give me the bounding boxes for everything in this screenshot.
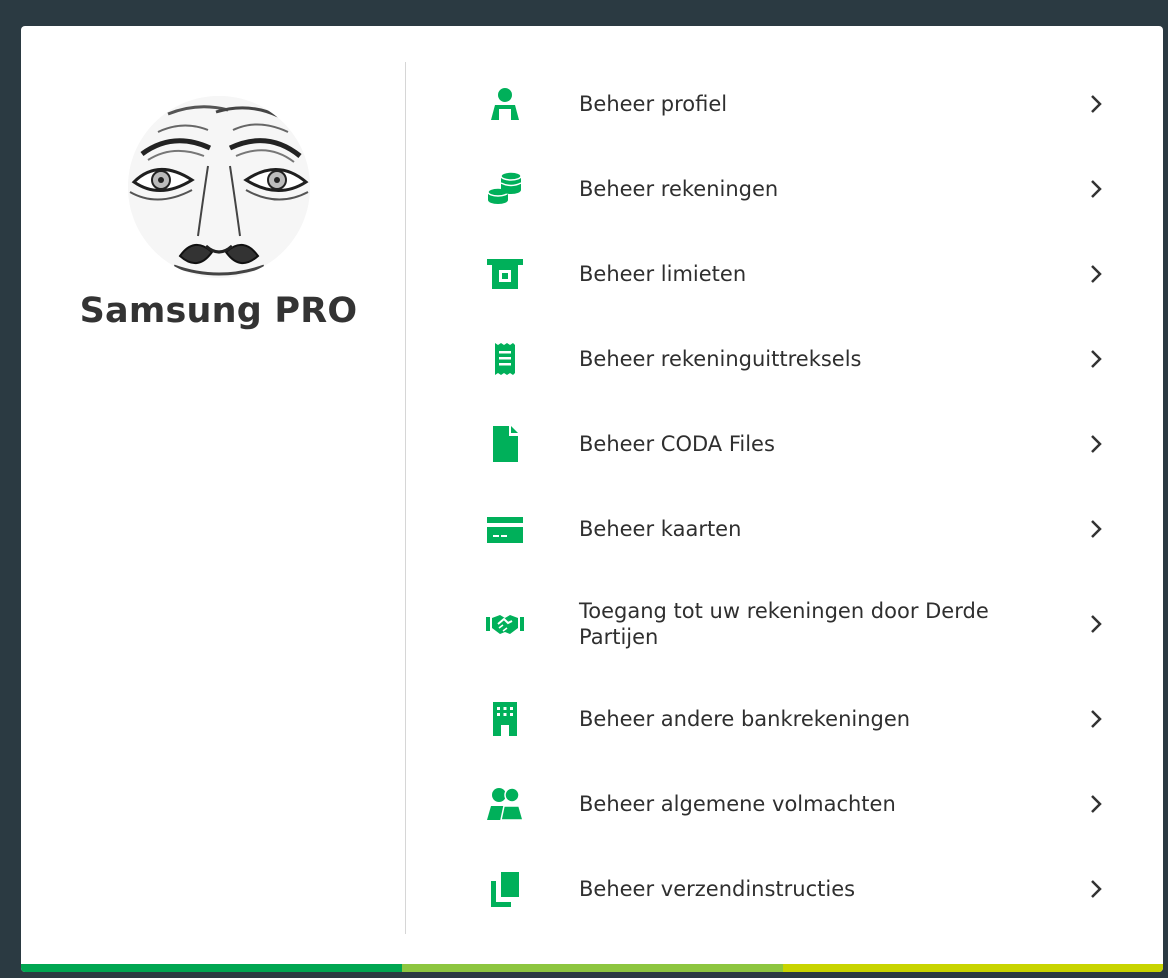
accent-bar-segment: [782, 964, 1163, 972]
receipt-icon: [485, 339, 525, 379]
chevron-right-icon: [1081, 174, 1111, 204]
chevron-right-icon: [1081, 89, 1111, 119]
settings-menu: Beheer profiel Beheer rekeningen Beheer …: [469, 61, 1129, 931]
coins-icon: [485, 169, 525, 209]
menu-item-label: Beheer profiel: [579, 91, 728, 116]
menu-item-manage-accounts[interactable]: Beheer rekeningen: [469, 146, 1129, 231]
menu-item-other-bank-accounts[interactable]: Beheer andere bankrekeningen: [469, 676, 1129, 761]
atm-icon: [485, 254, 525, 294]
copy-icon: [485, 869, 525, 909]
menu-item-label: Beheer limieten: [579, 261, 747, 286]
settings-card: Samsung PRO Beheer profiel Beheer rekeni…: [21, 26, 1163, 972]
menu-item-manage-cards[interactable]: Beheer kaarten: [469, 486, 1129, 571]
profile-name: Samsung PRO: [79, 291, 358, 331]
accent-bar-segment: [402, 964, 783, 972]
avatar: [128, 96, 310, 278]
people-icon: [485, 784, 525, 824]
chevron-right-icon: [1081, 704, 1111, 734]
menu-item-label: Beheer verzendinstructies: [579, 876, 856, 901]
person-icon: [485, 84, 525, 124]
menu-item-shipping-instructions[interactable]: Beheer verzendinstructies: [469, 846, 1129, 931]
menu-item-manage-profile[interactable]: Beheer profiel: [469, 61, 1129, 146]
menu-item-label: Beheer kaarten: [579, 516, 742, 541]
accent-bar: [21, 964, 1163, 972]
chevron-right-icon: [1081, 874, 1111, 904]
menu-item-third-party-access[interactable]: Toegang tot uw rekeningen door Derde Par…: [469, 571, 1129, 676]
chevron-right-icon: [1081, 789, 1111, 819]
menu-item-general-mandates[interactable]: Beheer algemene volmachten: [469, 761, 1129, 846]
sketch-face-avatar: [128, 96, 310, 278]
handshake-icon: [485, 604, 525, 644]
chevron-right-icon: [1081, 259, 1111, 289]
chevron-right-icon: [1081, 344, 1111, 374]
menu-item-label: Beheer rekeningen: [579, 176, 779, 201]
menu-item-label: Beheer algemene volmachten: [579, 791, 896, 816]
chevron-right-icon: [1081, 514, 1111, 544]
chevron-right-icon: [1081, 429, 1111, 459]
accent-bar-segment: [21, 964, 403, 972]
menu-item-manage-statements[interactable]: Beheer rekeninguittreksels: [469, 316, 1129, 401]
menu-item-manage-limits[interactable]: Beheer limieten: [469, 231, 1129, 316]
menu-item-label: Beheer andere bankrekeningen: [579, 706, 911, 731]
profile-panel: Samsung PRO: [21, 26, 405, 972]
menu-item-label: Beheer rekeninguittreksels: [579, 346, 862, 371]
menu-item-manage-coda-files[interactable]: Beheer CODA Files: [469, 401, 1129, 486]
panel-divider: [405, 62, 406, 934]
building-icon: [485, 699, 525, 739]
menu-item-label: Beheer CODA Files: [579, 431, 775, 456]
chevron-right-icon: [1081, 609, 1111, 639]
menu-item-label: Toegang tot uw rekeningen door Derde Par…: [579, 598, 989, 649]
file-icon: [485, 424, 525, 464]
card-icon: [485, 509, 525, 549]
